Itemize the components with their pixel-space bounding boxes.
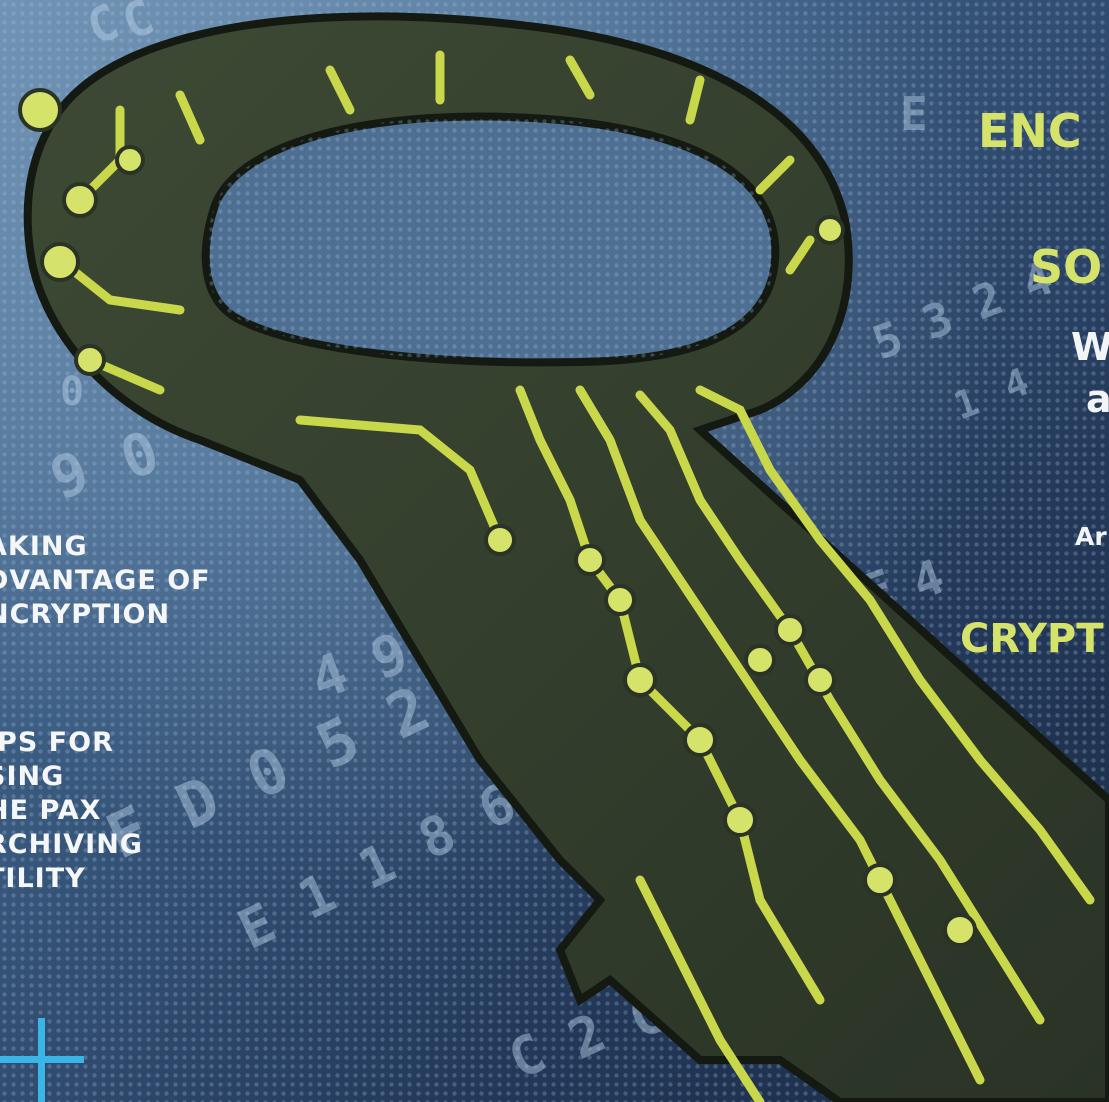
- subhead-w: W: [1071, 325, 1109, 369]
- headline-crypt: CRYPT: [960, 616, 1104, 662]
- left-feature-line: DVANTAGE OF: [0, 565, 211, 596]
- left-feature-pax: IPS FOR SING HE PAX RCHIVING TILITY: [0, 726, 143, 896]
- left-feature-line: TILITY: [0, 863, 86, 894]
- headline-enc: ENC: [978, 104, 1082, 158]
- hex-digit: E: [900, 87, 928, 141]
- left-feature-line: SING: [0, 761, 65, 792]
- left-feature-line: RCHIVING: [0, 829, 143, 860]
- left-feature-line: NCRYPTION: [0, 599, 171, 630]
- left-feature-line: IPS FOR: [0, 727, 114, 758]
- headline-so: SO: [1030, 240, 1103, 294]
- subhead-a: a: [1086, 377, 1109, 421]
- left-feature-line: HE PAX: [0, 795, 102, 826]
- left-feature-encryption: AKING DVANTAGE OF NCRYPTION: [0, 530, 211, 632]
- subhead-ar: Ar: [1075, 522, 1107, 551]
- left-feature-line: AKING: [0, 531, 88, 562]
- hex-digit: 0: [60, 369, 84, 415]
